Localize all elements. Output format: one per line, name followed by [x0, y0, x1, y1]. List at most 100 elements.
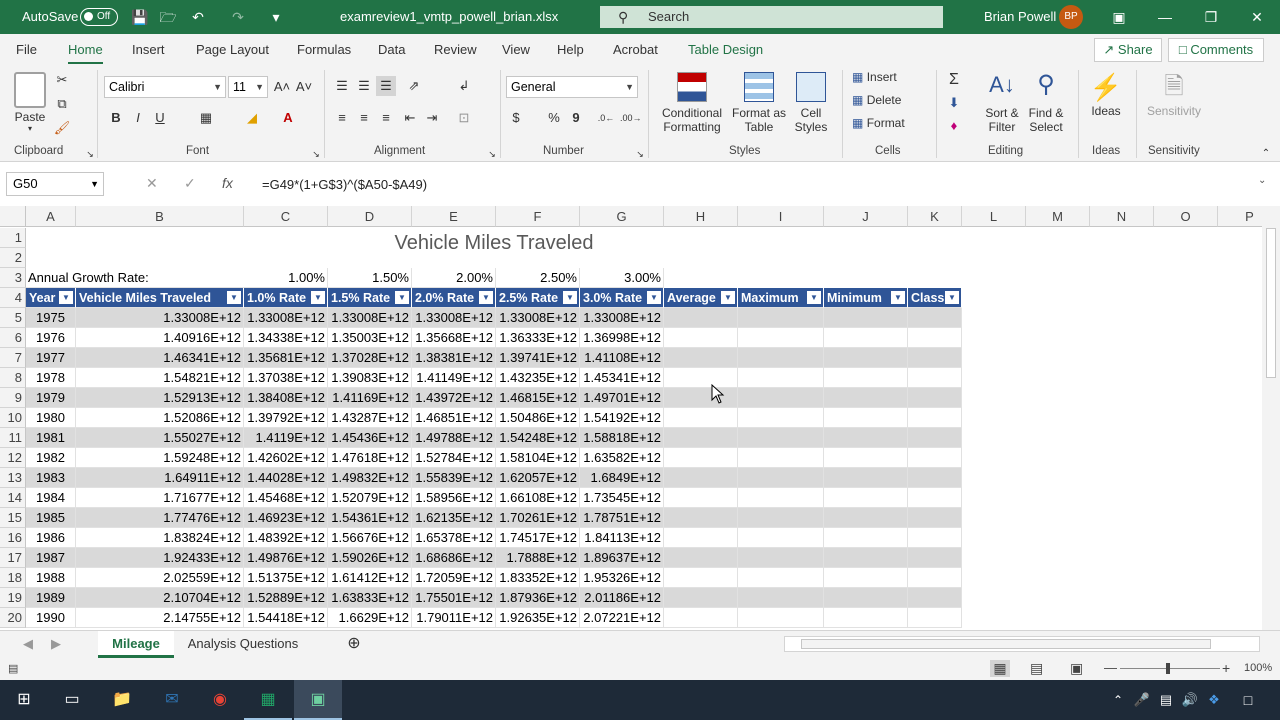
table-cell[interactable]	[664, 548, 738, 568]
row-header[interactable]: 19	[0, 588, 26, 608]
table-header-cell[interactable]: 1.0% Rate ▼	[244, 288, 328, 308]
zoom-slider[interactable]	[1120, 663, 1220, 674]
table-cell[interactable]: 1.54248E+12	[496, 428, 580, 448]
save-icon[interactable]: 💾	[130, 7, 150, 27]
table-cell[interactable]	[908, 328, 962, 348]
table-cell[interactable]: 1989	[26, 588, 76, 608]
table-header-cell[interactable]: Year ▼	[26, 288, 76, 308]
formula-input[interactable]: =G49*(1+G$3)^($A50-$A49)	[262, 177, 427, 192]
currency-icon[interactable]: $	[506, 108, 526, 128]
table-cell[interactable]: 1.64911E+12	[76, 468, 244, 488]
table-cell[interactable]	[664, 488, 738, 508]
table-cell[interactable]	[908, 568, 962, 588]
table-cell[interactable]	[664, 308, 738, 328]
table-cell[interactable]	[908, 508, 962, 528]
table-cell[interactable]	[738, 368, 824, 388]
table-header-cell[interactable]: 2.0% Rate ▼	[412, 288, 496, 308]
sheet-tab-mileage[interactable]: Mileage	[98, 631, 174, 658]
underline-button[interactable]: U	[150, 108, 170, 128]
zoom-slider-thumb[interactable]	[1166, 663, 1170, 674]
table-cell[interactable]: 1.49832E+12	[328, 468, 412, 488]
zoom-in-icon[interactable]: +	[1222, 660, 1230, 676]
table-cell[interactable]: 2.07221E+12	[580, 608, 664, 628]
table-cell[interactable]	[824, 508, 908, 528]
table-cell[interactable]	[738, 428, 824, 448]
camtasia-icon[interactable]: ▣	[294, 680, 342, 720]
minimize-icon[interactable]: —	[1142, 0, 1188, 34]
growth-rate-cell[interactable]: 2.00%	[412, 268, 496, 288]
table-cell[interactable]: 1.54361E+12	[328, 508, 412, 528]
format-as-table-button[interactable]: Format as Table	[730, 70, 788, 142]
table-cell[interactable]	[824, 568, 908, 588]
table-cell[interactable]	[738, 408, 824, 428]
table-cell[interactable]: 1.45436E+12	[328, 428, 412, 448]
sort-filter-button[interactable]: A↓ Sort & Filter	[982, 70, 1022, 142]
table-cell[interactable]	[908, 588, 962, 608]
sheet-tab-analysis-questions[interactable]: Analysis Questions	[178, 631, 308, 658]
table-cell[interactable]	[738, 388, 824, 408]
table-cell[interactable]	[664, 508, 738, 528]
table-cell[interactable]	[908, 428, 962, 448]
table-cell[interactable]: 1.54418E+12	[244, 608, 328, 628]
table-cell[interactable]: 1.47618E+12	[328, 448, 412, 468]
table-cell[interactable]	[824, 348, 908, 368]
table-header-cell[interactable]: Average ▼	[664, 288, 738, 308]
filter-dropdown-icon[interactable]: ▼	[891, 291, 905, 304]
table-cell[interactable]: 1.52889E+12	[244, 588, 328, 608]
undo-icon[interactable]: ↶	[188, 7, 208, 27]
table-cell[interactable]: 1.46851E+12	[412, 408, 496, 428]
table-cell[interactable]	[824, 408, 908, 428]
filter-dropdown-icon[interactable]: ▼	[59, 291, 73, 304]
autosum-icon[interactable]: Σ	[944, 70, 964, 90]
table-cell[interactable]: 1.51375E+12	[244, 568, 328, 588]
expand-formula-bar-icon[interactable]: ⌄	[1258, 175, 1266, 186]
table-cell[interactable]: 1.48392E+12	[244, 528, 328, 548]
table-cell[interactable]: 1980	[26, 408, 76, 428]
table-cell[interactable]: 1.35003E+12	[328, 328, 412, 348]
table-cell[interactable]: 2.14755E+12	[76, 608, 244, 628]
row-header[interactable]: 6	[0, 328, 26, 348]
add-sheet-icon[interactable]: ⊕	[342, 631, 366, 658]
table-cell[interactable]: 1.83352E+12	[496, 568, 580, 588]
table-cell[interactable]	[908, 348, 962, 368]
table-cell[interactable]	[664, 328, 738, 348]
column-header-m[interactable]: M	[1026, 206, 1090, 227]
italic-button[interactable]: I	[128, 108, 148, 128]
filter-dropdown-icon[interactable]: ▼	[721, 291, 735, 304]
table-cell[interactable]	[664, 608, 738, 628]
format-cells-button[interactable]: ▦ Format	[852, 116, 922, 136]
table-cell[interactable]: 1.58956E+12	[412, 488, 496, 508]
fill-icon[interactable]: ⬇	[944, 93, 964, 113]
column-header-e[interactable]: E	[412, 206, 496, 227]
cancel-icon[interactable]: ✕	[146, 175, 158, 192]
table-cell[interactable]: 1.92635E+12	[496, 608, 580, 628]
filter-dropdown-icon[interactable]: ▼	[311, 291, 325, 304]
excel-icon[interactable]: ▦	[244, 680, 292, 720]
find-select-button[interactable]: ⚲ Find & Select	[1024, 70, 1068, 142]
table-cell[interactable]: 1.49701E+12	[580, 388, 664, 408]
column-header-b[interactable]: B	[76, 206, 244, 227]
comments-button[interactable]: □ Comments	[1168, 38, 1264, 62]
table-cell[interactable]	[738, 528, 824, 548]
chrome-icon[interactable]: ◉	[196, 680, 244, 720]
table-cell[interactable]: 1.79011E+12	[412, 608, 496, 628]
tab-file[interactable]: File	[16, 42, 37, 57]
table-cell[interactable]	[664, 448, 738, 468]
table-header-cell[interactable]: 2.5% Rate ▼	[496, 288, 580, 308]
table-header-cell[interactable]: 3.0% Rate ▼	[580, 288, 664, 308]
copy-icon[interactable]: ⧉	[52, 94, 72, 114]
table-cell[interactable]: 1.83824E+12	[76, 528, 244, 548]
table-cell[interactable]: 1.41169E+12	[328, 388, 412, 408]
table-cell[interactable]	[664, 568, 738, 588]
tab-help[interactable]: Help	[557, 42, 584, 57]
row-header[interactable]: 15	[0, 508, 26, 528]
tab-table-design[interactable]: Table Design	[688, 42, 763, 57]
column-header-i[interactable]: I	[738, 206, 824, 227]
table-cell[interactable]: 1.66108E+12	[496, 488, 580, 508]
sensitivity-button[interactable]: 🗎 Sensitivity	[1142, 70, 1206, 142]
decrease-decimal-icon[interactable]: .00→	[620, 108, 642, 128]
alignment-launcher-icon[interactable]: ↘	[482, 144, 502, 164]
borders-icon[interactable]: ▦	[196, 108, 216, 128]
table-cell[interactable]: 1.52086E+12	[76, 408, 244, 428]
table-cell[interactable]: 1.33008E+12	[580, 308, 664, 328]
